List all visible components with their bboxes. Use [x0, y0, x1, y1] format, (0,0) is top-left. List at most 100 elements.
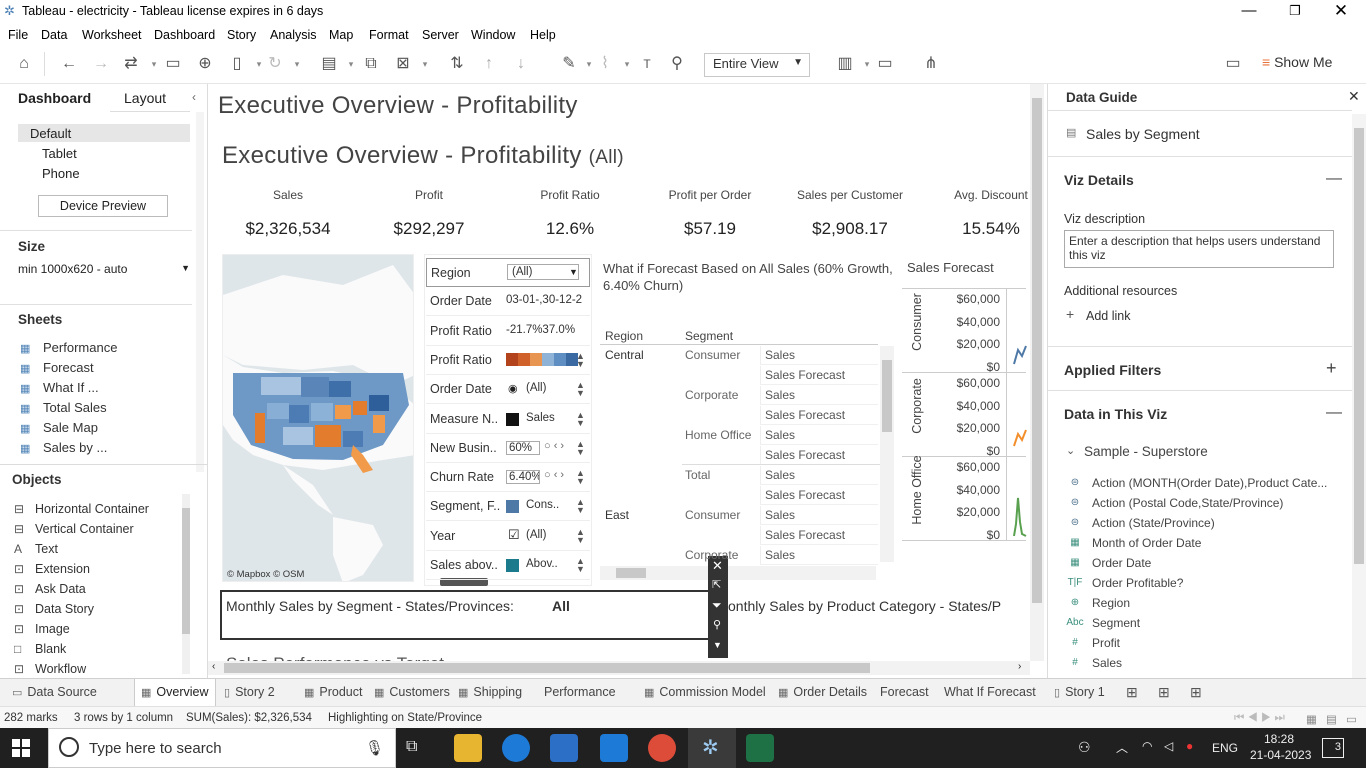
filter-row[interactable]: Order Date (All) ◉ ▲ ▼	[426, 375, 590, 405]
sheet-tab[interactable]: ▭ Data Source	[6, 679, 103, 707]
save-icon[interactable]: ▭	[162, 54, 184, 74]
fit-select[interactable]: Entire View ▼	[704, 53, 810, 77]
sheet-tab[interactable]: Forecast	[874, 679, 935, 707]
windows-start-icon[interactable]	[12, 739, 30, 757]
restore-button[interactable]: ❐	[1272, 0, 1318, 24]
filter-row[interactable]: Churn Rate 6.40% ○ ‹ › ▲ ▼	[426, 463, 590, 493]
sheet-item[interactable]: Sales by ...	[43, 440, 107, 455]
edge-icon[interactable]	[502, 734, 530, 762]
wifi-icon[interactable]: ◠	[1142, 739, 1152, 753]
table-scrollbar-v[interactable]	[880, 346, 894, 562]
add-link-button[interactable]: Add link	[1086, 309, 1130, 323]
data-field[interactable]: Segment	[1092, 616, 1342, 630]
stepper-icon[interactable]: ▲ ▼	[576, 439, 585, 456]
stepper-icon[interactable]: ▲ ▼	[576, 498, 585, 515]
mail-icon[interactable]	[600, 734, 628, 762]
device-default[interactable]: Default	[18, 124, 190, 142]
data-field[interactable]: Order Date	[1092, 556, 1342, 570]
data-field[interactable]: Action (MONTH(Order Date),Product Cate..…	[1092, 476, 1342, 490]
redo-icon[interactable]: →	[90, 54, 112, 74]
data-guide-icon[interactable]: ▭	[1222, 54, 1244, 74]
close-button[interactable]: ✕	[1318, 0, 1364, 24]
sheet-tab[interactable]: Performance	[538, 679, 622, 707]
stepper-icon[interactable]: ▲ ▼	[576, 469, 585, 486]
pin-icon[interactable]: ⚲	[666, 54, 688, 74]
object-item[interactable]: Vertical Container	[35, 522, 134, 536]
file-explorer-icon[interactable]	[454, 734, 482, 762]
task-view-icon[interactable]: ⧉	[406, 738, 417, 756]
dashboard-scrollbar-h[interactable]: ‹ ›	[208, 661, 1030, 675]
chevron-left-icon[interactable]: ‹	[212, 661, 215, 672]
tableau-taskbar-button[interactable]: ✲	[688, 728, 736, 768]
sheet-tab[interactable]: ▯ Story 1	[1048, 679, 1111, 707]
object-item[interactable]: Workflow	[35, 662, 86, 676]
filter-row[interactable]: Profit Ratio -21.7%37.0%	[426, 317, 590, 346]
labels-icon[interactable]: T	[636, 54, 658, 74]
sheet-item[interactable]: Sale Map	[43, 420, 98, 435]
filter-row[interactable]: Segment, F.. Cons.. ▲ ▼	[426, 492, 590, 522]
collapse-panel-icon[interactable]: ‹	[192, 90, 196, 104]
filter-row[interactable]: Profit Ratio ▲ ▼	[426, 346, 590, 375]
device-preview-button[interactable]: Device Preview	[38, 195, 168, 217]
new-worksheet-icon[interactable]: ▤	[318, 54, 340, 74]
tab-layout[interactable]: Layout	[110, 84, 190, 112]
pin-icon[interactable]: ⚲	[713, 618, 721, 631]
table-scrollbar-h[interactable]	[600, 566, 876, 580]
language-indicator[interactable]: ENG	[1212, 741, 1238, 755]
data-field[interactable]: Profit	[1092, 636, 1342, 650]
data-field[interactable]: Action (State/Province)	[1092, 516, 1342, 530]
store-icon[interactable]	[550, 734, 578, 762]
minimize-button[interactable]: —	[1226, 0, 1272, 24]
pause-updates-icon[interactable]: ▯	[226, 54, 248, 74]
data-field[interactable]: Sales	[1092, 656, 1342, 670]
object-item[interactable]: Blank	[35, 642, 66, 656]
viz-details-heading[interactable]: Viz Details	[1064, 172, 1134, 188]
show-me-button[interactable]: ≡ Show Me	[1262, 54, 1332, 70]
filter-row[interactable]: Measure N.. Sales ▲ ▼	[426, 405, 590, 434]
filter-icon[interactable]: ⏷	[712, 598, 722, 613]
share-icon[interactable]: ⋔	[920, 54, 942, 74]
scrollbar[interactable]	[196, 112, 204, 472]
presentation-mode-icon[interactable]: ▭	[874, 54, 896, 74]
collapse-icon[interactable]: —	[1326, 404, 1342, 422]
chevron-up-icon[interactable]: ︿	[1116, 739, 1128, 756]
show-cards-icon[interactable]: ▥	[834, 54, 856, 74]
duplicate-icon[interactable]: ⧉	[360, 54, 382, 74]
menu-story[interactable]: Story	[227, 26, 256, 42]
monthly-segment-sheet[interactable]: Monthly Sales by Segment - States/Provin…	[220, 590, 712, 640]
sheet-item[interactable]: Performance	[43, 340, 117, 355]
collapse-icon[interactable]: —	[1326, 170, 1342, 188]
menu-worksheet[interactable]: Worksheet	[82, 26, 142, 42]
device-phone[interactable]: Phone	[42, 166, 80, 181]
menu-dashboard[interactable]: Dashboard	[154, 26, 215, 42]
sheet-tab[interactable]: ▯ Story 2	[218, 679, 281, 707]
menu-analysis[interactable]: Analysis	[270, 26, 317, 42]
datasource-name[interactable]: Sample - Superstore	[1084, 444, 1208, 459]
new-datasource-icon[interactable]: ⊕	[194, 54, 216, 74]
taskbar-search[interactable]: Type here to search 🎙	[48, 728, 396, 768]
data-field[interactable]: Order Profitable?	[1092, 576, 1342, 590]
data-field[interactable]: Month of Order Date	[1092, 536, 1342, 550]
home-icon[interactable]: ⌂	[13, 54, 35, 74]
group-icon[interactable]: ⌇	[594, 54, 616, 74]
replay-icon[interactable]: ⇄	[120, 54, 142, 74]
new-story-icon[interactable]: ⊞	[1190, 684, 1202, 701]
data-in-viz-heading[interactable]: Data in This Viz	[1064, 406, 1167, 422]
applied-filters-heading[interactable]: Applied Filters	[1064, 362, 1161, 378]
menu-file[interactable]: File	[8, 26, 28, 42]
stepper-icon[interactable]: ▲ ▼	[576, 381, 585, 398]
sheet-tab[interactable]: ▦ Order Details	[772, 679, 873, 707]
stepper-icon[interactable]: ▲ ▼	[576, 527, 585, 544]
sheet-item[interactable]: Total Sales	[43, 400, 107, 415]
filter-row[interactable]: Year (All) ☑ ▲ ▼	[426, 522, 590, 551]
chrome-icon[interactable]	[648, 734, 676, 762]
people-icon[interactable]: ⚇	[1078, 739, 1091, 756]
new-dashboard-icon[interactable]: ⊞	[1158, 684, 1170, 701]
viz-description-input[interactable]: Enter a description that helps users und…	[1064, 230, 1334, 268]
sales-map[interactable]: © Mapbox © OSM	[222, 254, 414, 582]
object-item[interactable]: Horizontal Container	[35, 502, 149, 516]
clock-date[interactable]: 21-04-2023	[1250, 748, 1311, 762]
goto-sheet-icon[interactable]: ⇱	[712, 578, 721, 591]
sheet-tab[interactable]: ▦ Overview	[134, 679, 216, 707]
object-item[interactable]: Extension	[35, 562, 90, 576]
